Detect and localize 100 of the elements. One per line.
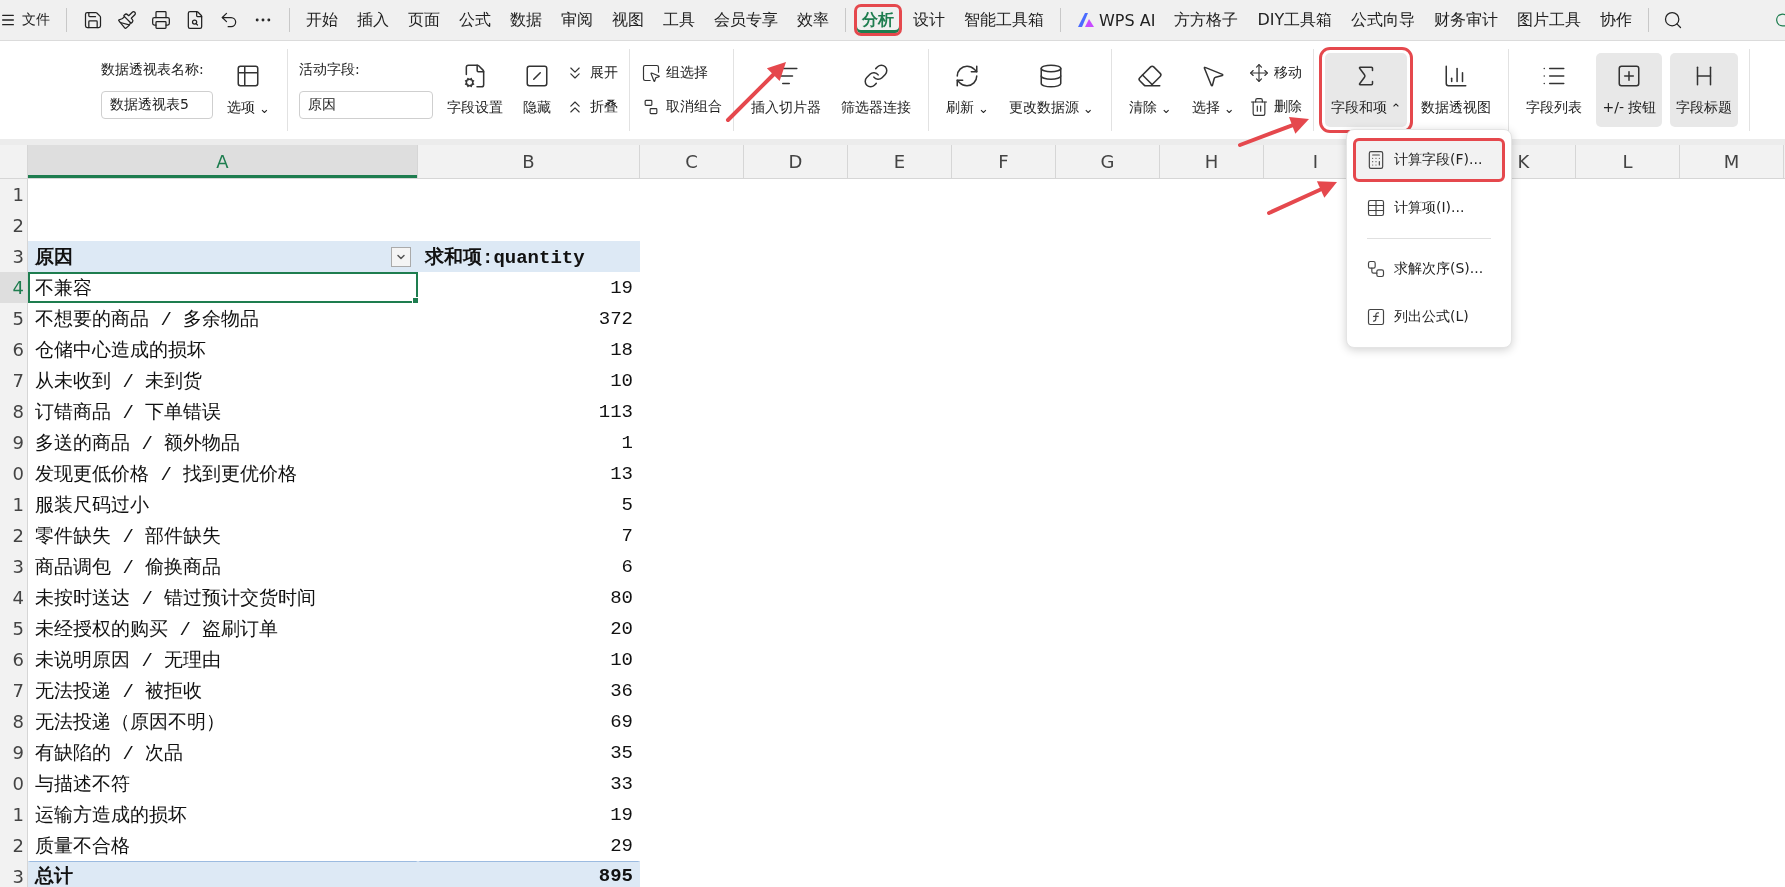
total-label-cell: 总计 bbox=[28, 861, 418, 887]
row-header[interactable]: 3 bbox=[0, 241, 28, 272]
menu-item[interactable]: 求解次序(S)... bbox=[1353, 247, 1505, 291]
row-header[interactable]: 2 bbox=[0, 830, 28, 861]
file-menu[interactable]: 文件 bbox=[0, 11, 58, 29]
field-header: 原因 bbox=[35, 245, 73, 270]
row-header[interactable]: 6 bbox=[0, 334, 28, 365]
ribbon-button[interactable]: +/- 按钮 bbox=[1596, 53, 1663, 127]
menu-tab[interactable]: 页面 bbox=[400, 4, 448, 36]
ribbon-button[interactable]: 字段设置 bbox=[440, 53, 509, 127]
ribbon-button[interactable]: 数据透视图 bbox=[1415, 53, 1498, 127]
save-icon[interactable] bbox=[83, 10, 103, 30]
menu-tab[interactable]: 分析 bbox=[854, 4, 902, 36]
row-header[interactable]: 7 bbox=[0, 365, 28, 396]
menu-item[interactable]: 列出公式(L) bbox=[1353, 295, 1505, 339]
menu-tab[interactable]: 会员专享 bbox=[706, 4, 786, 36]
database-icon bbox=[1038, 63, 1065, 89]
row-header[interactable]: 8 bbox=[0, 706, 28, 737]
ribbon-button[interactable]: 插入切片器 bbox=[744, 53, 827, 127]
row-header[interactable]: 3 bbox=[0, 551, 28, 582]
row-header[interactable]: 4 bbox=[0, 272, 28, 303]
link-icon bbox=[862, 63, 889, 89]
ribbon-button[interactable]: 更改数据源 ⌄ bbox=[1002, 53, 1100, 127]
menu-tab[interactable]: 工具 bbox=[655, 4, 703, 36]
row-header[interactable]: 2 bbox=[0, 210, 28, 241]
pointer-square-icon bbox=[640, 63, 661, 83]
search-icon[interactable] bbox=[1663, 10, 1684, 30]
ribbon-button[interactable]: 隐藏 bbox=[516, 53, 557, 127]
menu-tab[interactable]: 效率 bbox=[789, 4, 837, 36]
row-header[interactable]: 1 bbox=[0, 179, 28, 210]
ribbon-button[interactable]: 选择 ⌄ bbox=[1185, 53, 1241, 127]
row-header[interactable]: 5 bbox=[0, 613, 28, 644]
row-header[interactable]: 9 bbox=[0, 737, 28, 768]
menu-tab[interactable]: 公式向导 bbox=[1343, 4, 1424, 36]
ribbon-button[interactable]: 取消组合 bbox=[640, 97, 722, 117]
plus-square-icon bbox=[1616, 63, 1643, 89]
row-header[interactable]: 1 bbox=[0, 799, 28, 830]
menu-tab[interactable]: 公式 bbox=[451, 4, 499, 36]
row-header[interactable]: 6 bbox=[0, 644, 28, 675]
row-header[interactable]: 1 bbox=[0, 489, 28, 520]
move-icon bbox=[1248, 63, 1269, 83]
undo-icon[interactable] bbox=[219, 10, 239, 30]
row-header[interactable]: 5 bbox=[0, 303, 28, 334]
table-icon bbox=[1366, 198, 1386, 218]
input-field[interactable]: 原因 bbox=[298, 91, 433, 119]
ribbon-button[interactable]: 选项 ⌄ bbox=[221, 53, 276, 127]
row-header[interactable]: 8 bbox=[0, 396, 28, 427]
table-icon bbox=[235, 63, 262, 89]
menu-tab[interactable]: 视图 bbox=[604, 4, 652, 36]
field-label: 数据透视表名称: bbox=[101, 61, 205, 79]
ribbon-button[interactable]: 刷新 ⌄ bbox=[939, 53, 995, 127]
menu-tab[interactable]: 方方格子 bbox=[1166, 4, 1247, 36]
ribbon-button[interactable]: 删除 bbox=[1248, 97, 1302, 117]
menu-tab[interactable]: 财务审计 bbox=[1426, 4, 1507, 36]
menu-tab[interactable]: 审阅 bbox=[553, 4, 601, 36]
column-header[interactable]: A bbox=[28, 145, 418, 178]
row-label-cell[interactable]: 不兼容 bbox=[28, 272, 418, 303]
filter-dropdown-button[interactable] bbox=[391, 246, 411, 267]
ribbon-button[interactable]: 字段标题 bbox=[1670, 53, 1739, 127]
row-header[interactable]: 0 bbox=[0, 458, 28, 489]
ai-logo-icon bbox=[1077, 12, 1095, 28]
trash-icon bbox=[1248, 97, 1269, 117]
caret: ⌄ bbox=[1223, 101, 1235, 115]
menu-tab[interactable]: WPS AI bbox=[1069, 4, 1164, 36]
total-value-cell: 895 bbox=[418, 861, 640, 887]
menu-tab[interactable]: DIY工具箱 bbox=[1249, 4, 1341, 36]
brush-icon[interactable] bbox=[117, 10, 137, 30]
row-header[interactable]: 4 bbox=[0, 582, 28, 613]
ribbon-button[interactable]: 折叠 bbox=[564, 97, 618, 117]
caret: ⌄ bbox=[259, 101, 270, 115]
menu-tab[interactable]: 图片工具 bbox=[1509, 4, 1590, 36]
caret: ⌄ bbox=[1082, 101, 1094, 115]
menu-tab[interactable]: 智能工具箱 bbox=[956, 4, 1052, 36]
ribbon-button[interactable]: 组选择 bbox=[640, 63, 722, 83]
printer-icon[interactable] bbox=[151, 10, 171, 30]
menu-tab[interactable]: 协作 bbox=[1592, 4, 1641, 36]
row-header[interactable]: 2 bbox=[0, 520, 28, 551]
input-field[interactable]: 数据透视表5 bbox=[101, 91, 213, 119]
ribbon-button[interactable]: 展开 bbox=[564, 63, 618, 83]
row-header[interactable]: 7 bbox=[0, 675, 28, 706]
ribbon-button[interactable]: 移动 bbox=[1248, 63, 1302, 83]
ribbon-button[interactable]: 筛选器连接 bbox=[834, 53, 917, 127]
ribbon-button[interactable]: 字段列表 bbox=[1520, 53, 1589, 127]
menu-item[interactable]: 计算项(I)... bbox=[1353, 186, 1505, 230]
caret: ⌄ bbox=[1160, 101, 1172, 115]
eraser-icon bbox=[1137, 63, 1164, 89]
menu-icon bbox=[0, 12, 16, 28]
ribbon-button[interactable]: 清除 ⌄ bbox=[1122, 53, 1178, 127]
menu-tab[interactable]: 设计 bbox=[905, 4, 953, 36]
menu-tab[interactable]: 开始 bbox=[298, 4, 346, 36]
menu-tab[interactable]: 插入 bbox=[349, 4, 397, 36]
print-preview-icon[interactable] bbox=[185, 10, 205, 30]
menu-item[interactable]: 计算字段(F)... bbox=[1353, 138, 1505, 182]
menu-tab[interactable]: 数据 bbox=[502, 4, 550, 36]
function-icon bbox=[1366, 307, 1386, 327]
row-header[interactable]: 9 bbox=[0, 427, 28, 458]
row-header[interactable]: 3 bbox=[0, 861, 28, 887]
annotation-arrow bbox=[1238, 116, 1309, 147]
calculator-icon bbox=[1366, 150, 1386, 170]
row-header[interactable]: 0 bbox=[0, 768, 28, 799]
